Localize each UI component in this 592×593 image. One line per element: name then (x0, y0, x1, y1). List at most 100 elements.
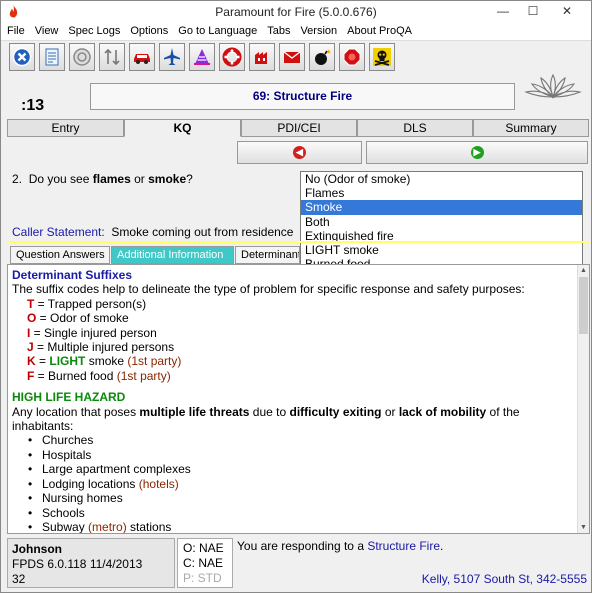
caller-location: Kelly, 5107 South St, 342-5555 (421, 572, 587, 586)
status-code: C: NAE (183, 556, 224, 570)
document-icon (45, 48, 59, 66)
menu-about-proqa[interactable]: About ProQA (341, 23, 416, 37)
previous-button[interactable]: ◀ (237, 141, 362, 164)
tab-question-answers[interactable]: Question Answers (10, 246, 110, 264)
stop-target-button[interactable] (69, 43, 95, 71)
hazard-text: Any location that poses (12, 404, 140, 419)
tab-additional-information[interactable]: Additional Information (111, 246, 234, 264)
menu-go-to-language[interactable]: Go to Language (172, 23, 261, 37)
vehicle-button[interactable] (129, 43, 155, 71)
suffix-text: = Multiple injured persons (33, 340, 175, 355)
tab-entry[interactable]: Entry (7, 119, 124, 137)
case-number: 32 (12, 572, 26, 586)
car-icon (134, 54, 150, 64)
question-number: 2. (12, 172, 23, 186)
suffix-code: J (27, 340, 34, 355)
menu-options[interactable]: Options (124, 23, 172, 37)
sort-arrows-icon (104, 48, 120, 66)
response-text-end: . (440, 539, 444, 553)
explosion-button[interactable] (309, 43, 335, 71)
suffix-text: smoke (85, 354, 128, 369)
question-keyword-smoke: smoke (148, 172, 187, 186)
answer-list[interactable]: No (Odor of smoke) Flames Smoke Both Ext… (300, 171, 583, 274)
list-item: Churches (28, 433, 572, 447)
menu-spec-logs[interactable]: Spec Logs (62, 23, 124, 37)
key-question: 2. Do you see flames or smoke? (12, 172, 193, 186)
location-text: Hospitals (42, 447, 92, 462)
location-text: Lodging locations (42, 476, 139, 491)
suffix-item: F = Burned food (1st party) (12, 369, 572, 383)
airplane-icon (164, 48, 180, 65)
info-scrollbar[interactable]: ▲ ▼ (577, 265, 589, 533)
suffix-light: LIGHT (49, 354, 86, 369)
stop-target-icon (73, 48, 91, 66)
scrollbar-thumb[interactable] (579, 277, 588, 334)
close-window-button[interactable]: ✕ (553, 1, 581, 21)
hazard-text: due to (249, 404, 290, 419)
response-text: You are responding to a (237, 539, 368, 553)
answer-option-selected[interactable]: Smoke (301, 200, 582, 215)
suffix-intro: The suffix codes help to delineate the t… (12, 282, 525, 297)
tab-summary[interactable]: Summary (473, 119, 589, 137)
tab-determinant[interactable]: Determinant (235, 246, 300, 264)
scroll-up-icon[interactable]: ▲ (578, 265, 589, 276)
tab-pdi-cei[interactable]: PDI/CEI (241, 119, 357, 137)
menu-version[interactable]: Version (294, 23, 341, 37)
suffix-heading: Determinant Suffixes (12, 268, 133, 282)
location-text: Subway (42, 519, 89, 534)
maximize-button[interactable]: ☐ (519, 1, 547, 21)
scroll-down-icon[interactable]: ▼ (578, 522, 589, 533)
poison-button[interactable] (369, 43, 395, 71)
hazard-heading: HIGH LIFE HAZARD (12, 390, 126, 405)
suffix-eq: = (35, 354, 50, 369)
hazard-text: or (381, 404, 399, 419)
question-text-end: ? (186, 172, 193, 186)
protocol-version: FPDS 6.0.118 11/4/2013 (12, 557, 143, 571)
hazard-description: Any location that poses multiple life th… (12, 405, 572, 434)
caller-statement: Caller Statement: Smoke coming out from … (12, 225, 293, 239)
response-type-link[interactable]: Structure Fire (367, 539, 440, 553)
close-case-icon (12, 47, 32, 67)
forward-arrow-icon: ▶ (470, 146, 484, 159)
response-panel: You are responding to a Structure Fire. … (235, 538, 591, 588)
tab-kq[interactable]: KQ (124, 119, 241, 137)
envelope-icon (283, 51, 301, 63)
elapsed-timer: :13 (21, 97, 45, 114)
location-list: Churches Hospitals Large apartment compl… (12, 433, 572, 534)
suffix-text: = Burned food (34, 368, 117, 383)
bomb-icon (315, 49, 331, 65)
list-item: Subway (metro) stations (28, 519, 572, 534)
answer-option[interactable]: Both (301, 215, 582, 229)
tab-dls[interactable]: DLS (357, 119, 473, 137)
menu-view[interactable]: View (29, 23, 63, 37)
question-keyword-flames: flames (92, 172, 131, 186)
suffix-text: = Trapped person(s) (34, 296, 147, 311)
stop-button[interactable] (339, 43, 365, 71)
next-button[interactable]: ▶ (366, 141, 588, 164)
location-note: (metro) (88, 519, 127, 534)
structure-button[interactable] (249, 43, 275, 71)
list-item: Hospitals (28, 448, 572, 462)
hazard-keyword: multiple life threats (139, 404, 250, 419)
answer-option[interactable]: LIGHT smoke (301, 243, 582, 257)
minimize-button[interactable]: — (489, 1, 517, 21)
menu-tabs[interactable]: Tabs (261, 23, 294, 37)
document-button[interactable] (39, 43, 65, 71)
hazmat-button[interactable] (189, 43, 215, 71)
close-case-button[interactable] (9, 43, 35, 71)
menu-file[interactable]: File (1, 23, 29, 37)
hazard-keyword: lack of mobility (398, 404, 487, 419)
list-item: Nursing homes (28, 491, 572, 505)
location-text: Churches (42, 433, 94, 448)
status-code: P: STD (183, 571, 222, 585)
answer-option[interactable]: Flames (301, 186, 582, 200)
answer-option[interactable]: No (Odor of smoke) (301, 172, 582, 186)
sort-button[interactable] (99, 43, 125, 71)
location-text: Schools (42, 505, 85, 520)
app-window: Paramount for Fire (5.0.0.676) — ☐ ✕ Fil… (0, 0, 592, 593)
mail-button[interactable] (279, 43, 305, 71)
rescue-button[interactable] (219, 43, 245, 71)
aircraft-button[interactable] (159, 43, 185, 71)
suffix-text: = Odor of smoke (36, 311, 129, 326)
status-codes: O: NAE C: NAE P: STD (177, 538, 233, 588)
